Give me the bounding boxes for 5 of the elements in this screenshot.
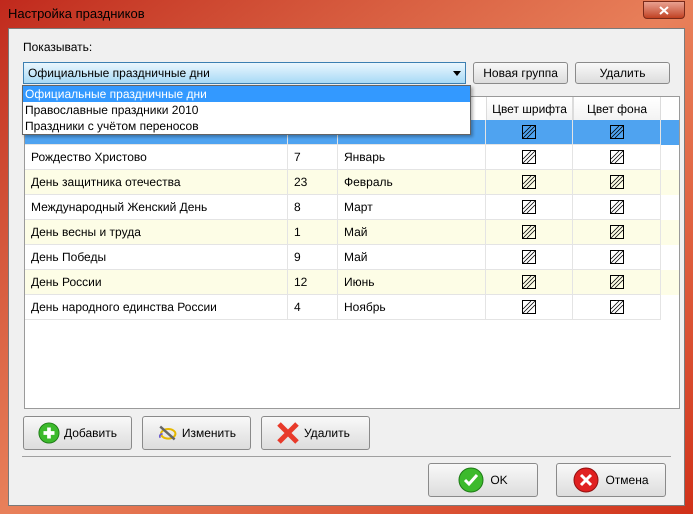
table-cell: 4 bbox=[288, 295, 338, 320]
table-cell: День народного единства России bbox=[25, 295, 288, 320]
window-title: Настройка праздников bbox=[8, 5, 145, 24]
table-cell: Ноябрь bbox=[338, 295, 486, 320]
show-label: Показывать: bbox=[23, 39, 94, 56]
